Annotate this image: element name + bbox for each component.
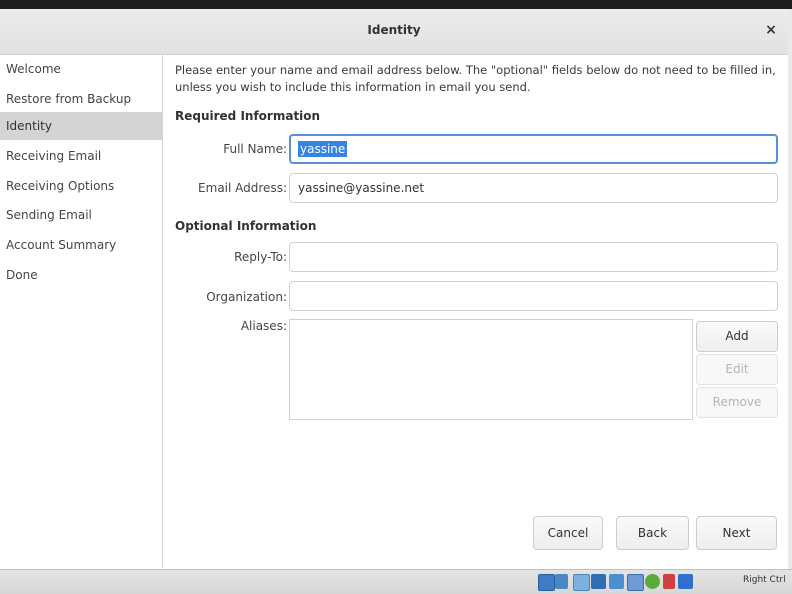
intro-text: Please enter your name and email address…: [175, 63, 776, 94]
network-icon[interactable]: [645, 574, 660, 589]
edit-alias-button[interactable]: Edit: [696, 354, 778, 385]
identity-page: Please enter your name and email address…: [163, 55, 788, 568]
optional-information-heading: Optional Information: [175, 219, 317, 233]
next-button[interactable]: Next: [696, 516, 777, 550]
close-icon[interactable]: ×: [760, 19, 782, 41]
assistant-sidebar: Welcome Restore from Backup Identity Rec…: [0, 55, 163, 568]
sidebar-item-sending-email[interactable]: Sending Email: [0, 201, 162, 229]
required-information-heading: Required Information: [175, 109, 321, 123]
cancel-button[interactable]: Cancel: [533, 516, 603, 550]
aliases-list[interactable]: [289, 319, 693, 420]
full-name-field[interactable]: yassine: [289, 134, 778, 164]
hard-disk-icon[interactable]: [538, 574, 555, 591]
reply-to-field[interactable]: [289, 242, 778, 272]
host-top-strip: [0, 0, 792, 9]
sidebar-item-done[interactable]: Done: [0, 261, 162, 289]
download-arrow-icon[interactable]: [678, 574, 693, 589]
reply-to-label: Reply-To:: [234, 250, 287, 264]
sidebar-item-welcome[interactable]: Welcome: [0, 55, 162, 83]
sidebar-item-restore-from-backup[interactable]: Restore from Backup: [0, 85, 162, 113]
display-icon[interactable]: [609, 574, 624, 589]
recording-icon[interactable]: [627, 574, 644, 591]
full-name-value: yassine: [298, 141, 348, 157]
remove-alias-button[interactable]: Remove: [696, 387, 778, 418]
back-button[interactable]: Back: [616, 516, 689, 550]
email-address-label: Email Address:: [198, 181, 287, 195]
add-alias-button[interactable]: Add: [696, 321, 778, 352]
vm-status-bar: Right Ctrl: [0, 569, 792, 594]
sidebar-item-identity[interactable]: Identity: [0, 112, 162, 140]
email-address-field[interactable]: yassine@yassine.net: [289, 173, 778, 203]
window-right-edge: [788, 9, 792, 569]
mouse-integration-icon[interactable]: [663, 574, 675, 589]
organization-label: Organization:: [206, 290, 287, 304]
organization-field[interactable]: [289, 281, 778, 311]
title-bar[interactable]: Identity ×: [0, 9, 788, 55]
sidebar-item-account-summary[interactable]: Account Summary: [0, 231, 162, 259]
sidebar-item-receiving-options[interactable]: Receiving Options: [0, 172, 162, 200]
window-title: Identity: [367, 23, 421, 37]
shared-folder-icon[interactable]: [591, 574, 606, 589]
sidebar-item-receiving-email[interactable]: Receiving Email: [0, 142, 162, 170]
usb-icon[interactable]: [573, 574, 590, 591]
host-key-label: Right Ctrl: [743, 575, 786, 585]
full-name-label: Full Name:: [223, 142, 287, 156]
aliases-label: Aliases:: [240, 319, 287, 333]
optical-drive-icon[interactable]: [555, 574, 568, 589]
